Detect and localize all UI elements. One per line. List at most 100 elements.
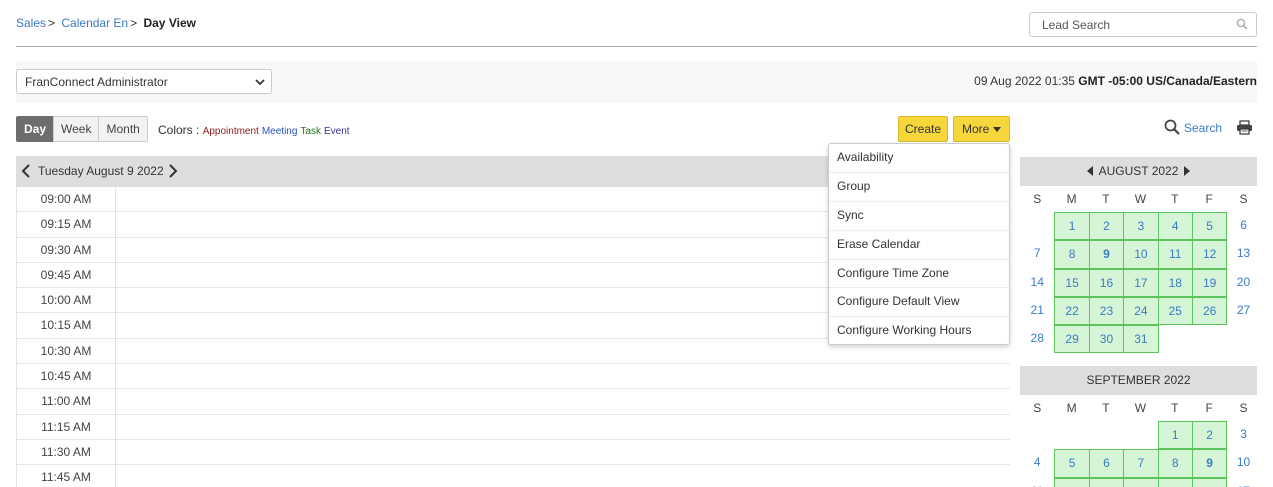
calendar-day[interactable]: 4 xyxy=(1157,212,1193,241)
mini-calendar-title: AUGUST 2022 xyxy=(1098,164,1179,178)
time-slot-row[interactable]: 11:00 AM xyxy=(17,389,1010,415)
time-slot-cell[interactable] xyxy=(116,415,1010,439)
calendar-day[interactable]: 15 xyxy=(1054,268,1090,297)
menu-item-configure-working-hours[interactable]: Configure Working Hours xyxy=(829,317,1009,346)
time-slot-row[interactable]: 10:45 AM xyxy=(17,364,1010,390)
calendar-day[interactable]: 5 xyxy=(1054,449,1090,478)
calendar-day[interactable]: 3 xyxy=(1226,421,1260,449)
calendar-day[interactable]: 14 xyxy=(1020,269,1054,297)
calendar-day[interactable]: 1 xyxy=(1157,421,1193,450)
calendar-day[interactable]: 6 xyxy=(1088,449,1125,478)
calendar-day[interactable]: 8 xyxy=(1157,449,1193,478)
time-slot-label: 11:30 AM xyxy=(17,439,116,465)
calendar-day[interactable]: 25 xyxy=(1157,296,1193,326)
breadcrumb-separator: > xyxy=(130,16,138,30)
calendar-day[interactable]: 26 xyxy=(1191,296,1228,326)
week-view-button[interactable]: Week xyxy=(53,116,100,142)
menu-item-sync[interactable]: Sync xyxy=(829,202,1009,231)
prev-month-icon[interactable] xyxy=(1086,166,1093,176)
time-slot-row[interactable]: 11:15 AM xyxy=(17,414,1010,440)
time-slot-cell[interactable] xyxy=(116,389,1010,413)
calendar-day[interactable]: 17 xyxy=(1226,478,1260,487)
calendar-day[interactable]: 11 xyxy=(1157,240,1193,269)
calendar-day[interactable]: 1 xyxy=(1054,212,1090,241)
time-slot-label: 10:15 AM xyxy=(17,313,116,338)
calendar-day[interactable]: 24 xyxy=(1123,296,1159,326)
create-button[interactable]: Create xyxy=(898,116,948,142)
calendar-day[interactable]: 30 xyxy=(1088,325,1125,354)
colors-legend: Colors : Appointment Meeting Task Event xyxy=(158,123,353,137)
calendar-day[interactable]: 16 xyxy=(1088,268,1125,297)
calendar-day[interactable]: 2 xyxy=(1088,212,1125,241)
calendar-day[interactable]: 19 xyxy=(1191,268,1228,297)
chevron-left-icon[interactable] xyxy=(21,164,31,181)
calendar-day[interactable]: 15 xyxy=(1157,477,1193,487)
calendar-day[interactable]: 11 xyxy=(1020,478,1054,487)
calendar-day[interactable]: 27 xyxy=(1226,297,1260,325)
menu-item-availability[interactable]: Availability xyxy=(829,144,1009,173)
more-button[interactable]: More xyxy=(953,116,1010,142)
calendar-day[interactable]: 9 xyxy=(1191,449,1228,478)
month-view-button[interactable]: Month xyxy=(98,116,148,142)
calendar-empty-cell xyxy=(1158,325,1192,353)
breadcrumb-link-sales[interactable]: Sales xyxy=(16,16,46,30)
chevron-right-icon[interactable] xyxy=(168,164,178,181)
time-slot-cell[interactable] xyxy=(116,440,1010,464)
calendar-day[interactable]: 10 xyxy=(1226,449,1260,477)
user-select-value: FranConnect Administrator xyxy=(25,75,168,89)
calendar-day[interactable]: 29 xyxy=(1054,325,1090,354)
calendar-day[interactable]: 31 xyxy=(1123,325,1159,354)
calendar-day[interactable]: 23 xyxy=(1088,296,1125,326)
next-month-icon[interactable] xyxy=(1184,166,1191,176)
time-slot-cell[interactable] xyxy=(116,465,1010,487)
weekday-header: S xyxy=(1239,192,1248,206)
calendar-day[interactable]: 7 xyxy=(1020,240,1054,268)
calendar-day[interactable]: 18 xyxy=(1157,268,1193,297)
calendar-day[interactable]: 12 xyxy=(1054,477,1090,487)
calendar-day[interactable]: 13 xyxy=(1088,477,1125,487)
calendar-day[interactable]: 20 xyxy=(1226,269,1260,297)
calendar-day[interactable]: 9 xyxy=(1088,240,1125,269)
menu-item-configure-default-view[interactable]: Configure Default View xyxy=(829,288,1009,318)
calendar-search-link[interactable]: Search xyxy=(1164,119,1222,135)
weekday-header: W xyxy=(1134,401,1147,415)
weekday-header: T xyxy=(1102,401,1110,415)
day-title: Tuesday August 9 2022 xyxy=(38,164,164,178)
time-slot-cell[interactable] xyxy=(116,364,1010,388)
breadcrumb-current: Day View xyxy=(143,16,196,30)
calendar-day[interactable]: 17 xyxy=(1123,268,1159,297)
day-view-button[interactable]: Day xyxy=(16,116,55,142)
calendar-day[interactable]: 4 xyxy=(1020,449,1054,477)
calendar-day[interactable]: 28 xyxy=(1020,325,1054,353)
menu-item-erase-calendar[interactable]: Erase Calendar xyxy=(829,231,1009,260)
search-icon[interactable] xyxy=(1236,18,1248,33)
calendar-day[interactable]: 13 xyxy=(1226,240,1260,268)
calendar-day[interactable]: 3 xyxy=(1123,212,1159,241)
calendar-day[interactable]: 12 xyxy=(1191,240,1228,269)
mini-calendar-august: AUGUST 2022 S M T W T F S 1 2 3 4 5 6 7 8 9 10 11 12 13 14 15… xyxy=(1020,157,1260,354)
print-icon[interactable] xyxy=(1236,120,1253,138)
calendar-day[interactable]: 6 xyxy=(1226,212,1260,240)
calendar-day[interactable]: 16 xyxy=(1191,477,1228,487)
legend-event: Event xyxy=(323,126,350,137)
calendar-day[interactable]: 2 xyxy=(1191,421,1228,450)
menu-item-configure-time-zone[interactable]: Configure Time Zone xyxy=(829,260,1009,289)
mini-calendar-title: SEPTEMBER 2022 xyxy=(1086,373,1191,387)
breadcrumb-link-calendar[interactable]: Calendar En xyxy=(61,16,128,30)
calendar-day[interactable]: 7 xyxy=(1123,449,1159,478)
menu-item-group[interactable]: Group xyxy=(829,173,1009,202)
calendar-day[interactable]: 5 xyxy=(1191,212,1228,241)
calendar-day[interactable]: 22 xyxy=(1054,296,1090,326)
lead-search-input[interactable] xyxy=(1042,17,1227,33)
time-slot-row[interactable]: 11:45 AM xyxy=(17,465,1010,487)
weekday-header: S xyxy=(1033,401,1042,415)
calendar-day[interactable]: 14 xyxy=(1123,477,1159,487)
calendar-empty-cell xyxy=(1089,421,1123,449)
magnifier-icon xyxy=(1164,119,1180,135)
calendar-day[interactable]: 10 xyxy=(1123,240,1159,269)
calendar-day[interactable]: 8 xyxy=(1054,240,1090,269)
time-slot-label: 10:45 AM xyxy=(17,364,116,389)
calendar-day[interactable]: 21 xyxy=(1020,297,1054,325)
time-slot-row[interactable]: 11:30 AM xyxy=(17,439,1010,466)
user-select[interactable]: FranConnect Administrator xyxy=(16,69,272,94)
